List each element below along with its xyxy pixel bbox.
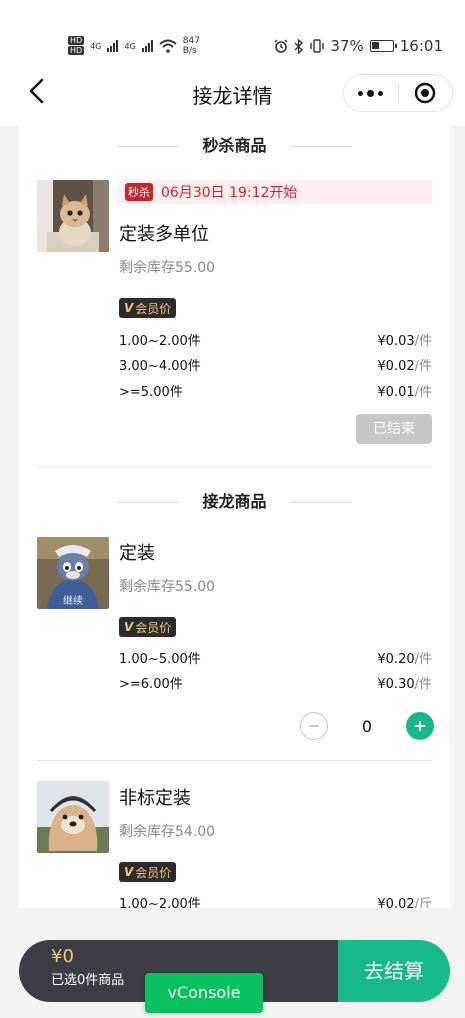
decrease-button[interactable]	[300, 712, 328, 740]
tier-range: 1.00~2.00件	[119, 334, 201, 349]
tier-unit: /件	[414, 677, 432, 692]
product-name[interactable]: 非标定装	[119, 784, 432, 810]
product-stock: 剩余库存55.00	[119, 260, 216, 276]
vip-price-badge: V 会员价	[119, 298, 177, 318]
vip-price-badge: V 会员价	[119, 617, 177, 637]
net-speed: 847 B/s	[183, 36, 200, 56]
status-bar: HD HD 4G 4G 847 B/s 37% 16:01	[0, 0, 465, 60]
wifi-icon	[159, 39, 177, 53]
cart-total: ¥0	[51, 946, 74, 967]
product-image-dog[interactable]	[37, 781, 109, 853]
more-dot-icon	[378, 90, 384, 96]
network2-label: 4G	[124, 41, 136, 51]
image-caption: 继续	[63, 596, 83, 607]
minus-icon	[309, 725, 319, 727]
increase-button[interactable]	[406, 712, 434, 740]
vip-v-icon: V	[124, 620, 134, 634]
quantity-value[interactable]: 0	[328, 717, 406, 736]
price-tier-row: 3.00~4.00件 ¥0.02/件	[119, 355, 432, 375]
target-close-icon	[415, 82, 436, 104]
kitten-image	[37, 180, 109, 252]
navigation-bar: 接龙详情	[0, 60, 465, 126]
hd2-label: HD	[68, 46, 85, 55]
content-card[interactable]: 秒杀商品 秒杀 06月30日 19:12开始 定装多单位 剩余库存55.00 V…	[19, 126, 450, 908]
tier-price: ¥0.01	[377, 385, 415, 400]
price-tier-row: 1.00~2.00件 ¥0.02/斤	[119, 893, 432, 908]
tier-range: 3.00~4.00件	[119, 359, 201, 374]
net-speed-unit: B/s	[182, 46, 197, 56]
product-stock: 剩余库存54.00	[119, 824, 216, 840]
group-section-title: 接龙商品	[19, 484, 450, 520]
tier-price: ¥0.30	[377, 677, 415, 692]
ended-button[interactable]: 已结束	[356, 414, 432, 444]
hd-indicator: HD HD	[68, 36, 85, 56]
tier-unit: /斤	[414, 897, 432, 908]
status-left: HD HD 4G 4G 847 B/s	[68, 36, 200, 56]
checkout-button[interactable]: 去结算	[338, 940, 450, 1002]
flash-sale-tag: 秒杀	[125, 183, 153, 201]
price-tier-row: >=6.00件 ¥0.30/件	[119, 673, 432, 693]
net-speed-value: 847	[182, 36, 200, 46]
product-stock: 剩余库存55.00	[119, 579, 216, 595]
more-button[interactable]	[344, 75, 398, 111]
flash-sale-banner: 秒杀 06月30日 19:12开始	[119, 180, 432, 204]
tier-price: ¥0.02	[377, 897, 415, 908]
vibrate-icon	[310, 39, 325, 53]
section-divider	[37, 467, 432, 468]
group-item-info: 定装 剩余库存55.00 V 会员价	[119, 539, 432, 637]
alarm-icon	[274, 39, 288, 53]
item-divider	[37, 760, 432, 761]
close-miniprogram-button[interactable]	[398, 75, 452, 111]
tier-price: ¥0.20	[377, 652, 415, 667]
tier-unit: /件	[414, 359, 432, 374]
signal1-icon	[107, 40, 119, 52]
vip-v-icon: V	[124, 301, 134, 315]
quantity-stepper: 0	[300, 712, 434, 740]
clock: 16:01	[399, 37, 443, 55]
flash-item-info: 定装多单位 剩余库存55.00 V 会员价	[119, 220, 432, 318]
tier-unit: /件	[414, 334, 432, 349]
vip-price-label: 会员价	[135, 301, 172, 316]
product-name[interactable]: 定装	[119, 539, 432, 565]
flash-section-title: 秒杀商品	[19, 128, 450, 164]
tier-range: >=5.00件	[119, 385, 183, 400]
product-image-cat[interactable]	[37, 180, 109, 252]
miniprogram-capsule	[343, 74, 453, 112]
battery-percent: 37%	[330, 37, 364, 55]
more-dot-icon	[358, 90, 364, 96]
more-dot-icon	[367, 89, 375, 97]
hd1-label: HD	[68, 36, 85, 45]
tier-range: >=6.00件	[119, 677, 183, 692]
price-tier-row: 1.00~5.00件 ¥0.20/件	[119, 648, 432, 668]
signal2-icon	[141, 40, 153, 52]
plus-icon	[415, 721, 425, 731]
price-tier-row: 1.00~2.00件 ¥0.03/件	[119, 330, 432, 350]
tier-range: 1.00~2.00件	[119, 897, 201, 908]
dog-image	[37, 781, 109, 853]
status-right: 37% 16:01	[274, 37, 443, 55]
product-image-tom[interactable]: 继续	[37, 537, 109, 609]
price-tier-row: >=5.00件 ¥0.01/件	[119, 381, 432, 401]
bluetooth-icon	[294, 38, 304, 54]
network1-label: 4G	[90, 41, 102, 51]
vip-price-label: 会员价	[135, 620, 172, 635]
tier-range: 1.00~5.00件	[119, 652, 201, 667]
vip-v-icon: V	[124, 865, 134, 879]
tier-price: ¥0.03	[377, 334, 415, 349]
flash-start-time: 06月30日 19:12开始	[161, 185, 298, 201]
vip-price-label: 会员价	[135, 865, 172, 880]
vconsole-button[interactable]: vConsole	[145, 973, 263, 1013]
tier-unit: /件	[414, 385, 432, 400]
tier-unit: /件	[414, 652, 432, 667]
tier-price: ¥0.02	[377, 359, 415, 374]
product-name[interactable]: 定装多单位	[119, 220, 432, 246]
vip-price-badge: V 会员价	[119, 862, 177, 882]
battery-icon	[369, 40, 397, 52]
group-item-info: 非标定装 剩余库存54.00 V 会员价	[119, 784, 432, 882]
